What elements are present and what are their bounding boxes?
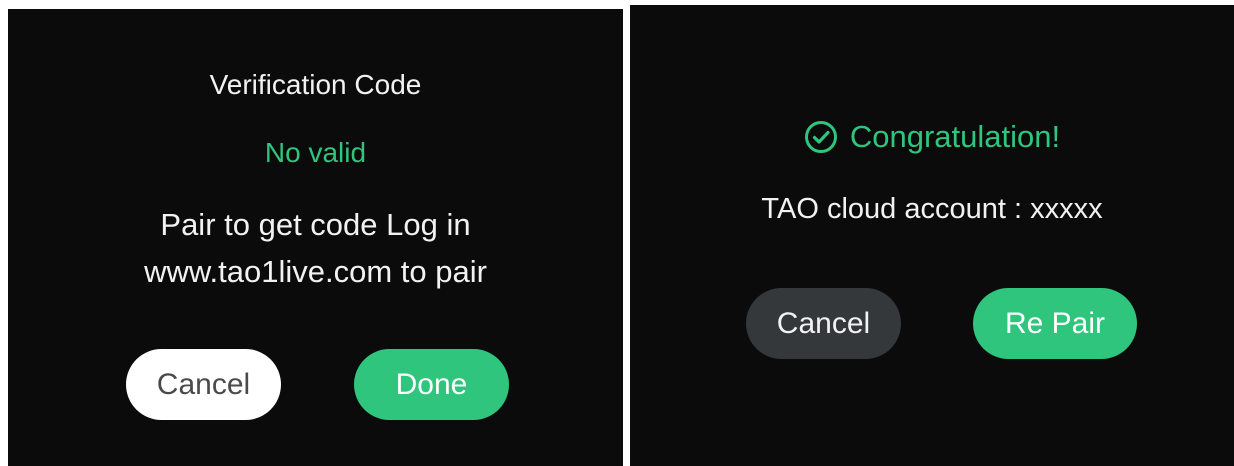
code-status: No valid [264, 137, 367, 168]
done-button[interactable]: Done [354, 349, 509, 420]
pairing-success-dialog: Congratulation! TAO cloud account : xxxx… [630, 5, 1234, 466]
check-circle-icon [804, 121, 837, 153]
success-heading: Congratulation! [630, 119, 1234, 155]
re-pair-button[interactable]: Re Pair [973, 288, 1137, 359]
pairing-instructions: Pair to get code Log in www.tao1live.com… [8, 201, 623, 295]
cloud-account-text: TAO cloud account : xxxxx [761, 193, 1103, 225]
verification-code-dialog: Verification Code No valid Pair to get c… [8, 9, 623, 466]
dialog-title: Verification Code [209, 69, 422, 100]
instruction-line-1: Pair to get code Log in [160, 207, 471, 242]
cancel-button[interactable]: Cancel [746, 288, 901, 359]
screenshot-stage: Verification Code No valid Pair to get c… [0, 0, 1234, 466]
instruction-line-2: www.tao1live.com to pair [144, 254, 487, 289]
congratulation-text: Congratulation! [849, 119, 1061, 154]
cancel-button[interactable]: Cancel [126, 349, 281, 420]
